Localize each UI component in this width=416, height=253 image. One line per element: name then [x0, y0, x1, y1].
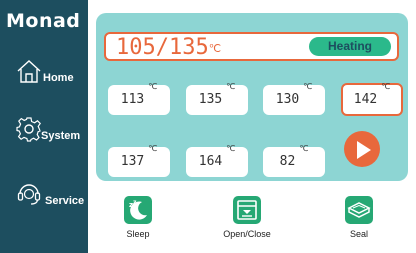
zone-temp-value: 137	[120, 154, 145, 169]
start-button[interactable]	[344, 131, 380, 167]
zone-temp-unit: ℃	[148, 144, 158, 153]
seal-icon	[345, 196, 373, 224]
sleep-button[interactable]: z z Sleep	[103, 196, 173, 239]
current-temperature: 105	[116, 35, 156, 60]
zone-temp-unit: ℃	[303, 82, 313, 91]
play-icon	[357, 141, 371, 159]
action-label: Seal	[349, 229, 368, 239]
sidebar: Monad Home System Service	[0, 0, 88, 253]
zone-temp-value: 164	[198, 154, 223, 169]
sidebar-item-system[interactable]: System	[0, 110, 88, 158]
sidebar-item-label: Service	[45, 195, 85, 207]
zone-temp-value: 135	[198, 92, 223, 107]
zone-temp-tile[interactable]: 164℃	[186, 144, 248, 177]
temperature-unit: ℃	[208, 42, 222, 55]
zone-temp-tile[interactable]: 137℃	[108, 144, 170, 177]
zone-temp-value: 130	[275, 92, 300, 107]
heating-status-button[interactable]: Heating	[309, 37, 391, 56]
zone-temp-tile[interactable]: 113℃	[108, 82, 170, 115]
zone-temp-tile[interactable]: 130℃	[263, 82, 325, 115]
main-temperature-readout: 105/135℃	[116, 35, 222, 60]
action-label: Open/Close	[223, 229, 271, 239]
zone-temp-unit: ℃	[381, 82, 391, 91]
open-close-button[interactable]: Open/Close	[212, 196, 282, 239]
control-panel: 105/135℃ Heating 113℃ 135℃ 130℃ 142℃ 137…	[96, 13, 408, 181]
sidebar-item-service[interactable]: Service	[0, 176, 88, 224]
zone-temp-unit: ℃	[299, 144, 309, 153]
action-label: Sleep	[126, 229, 150, 239]
zone-temp-tile-selected[interactable]: 142℃	[341, 82, 403, 116]
gear-icon	[16, 117, 41, 142]
app-logo: Monad	[6, 10, 81, 32]
sidebar-item-home[interactable]: Home	[0, 52, 88, 100]
zone-temp-unit: ℃	[148, 82, 158, 91]
zone-temp-unit: ℃	[226, 144, 236, 153]
zone-temp-value: 82	[279, 154, 296, 169]
seal-button[interactable]: Seal	[324, 196, 394, 239]
zone-temp-unit: ℃	[226, 82, 236, 91]
headset-icon	[17, 184, 41, 205]
zone-temp-value: 113	[120, 92, 145, 107]
svg-text:z: z	[133, 199, 137, 206]
temperature-status-bar: 105/135℃ Heating	[104, 32, 399, 61]
target-temperature: 135	[169, 35, 209, 60]
sidebar-item-label: System	[41, 130, 81, 142]
sidebar-item-label: Home	[43, 72, 74, 84]
zone-temp-tile[interactable]: 82℃	[263, 144, 325, 177]
zone-temp-tile[interactable]: 135℃	[186, 82, 248, 115]
zone-temp-value: 142	[353, 92, 378, 107]
main-area: 105/135℃ Heating 113℃ 135℃ 130℃ 142℃ 137…	[88, 0, 416, 253]
tray-icon	[233, 196, 261, 224]
sleep-icon: z z	[124, 196, 152, 224]
home-icon	[17, 60, 41, 83]
